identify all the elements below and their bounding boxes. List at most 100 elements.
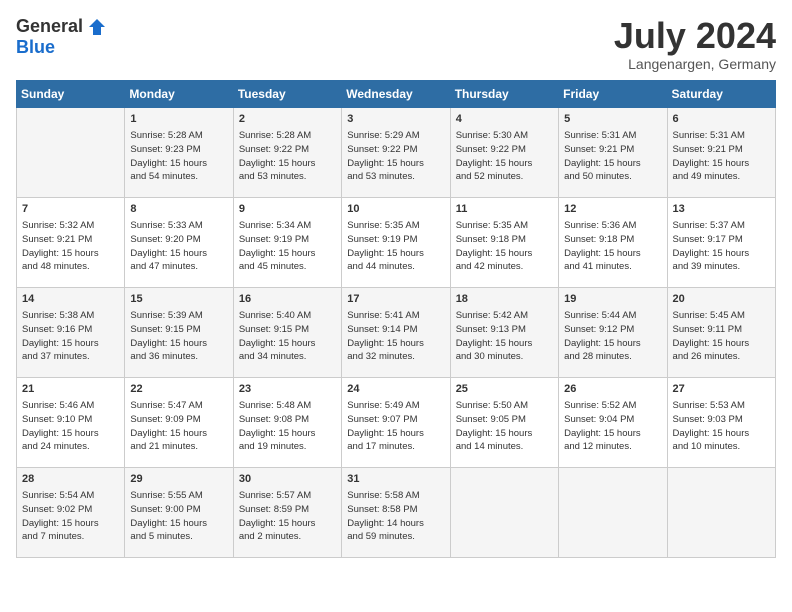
day-info: Sunrise: 5:42 AM Sunset: 9:13 PM Dayligh… [456, 309, 553, 364]
day-info: Sunrise: 5:35 AM Sunset: 9:19 PM Dayligh… [347, 219, 444, 274]
calendar-cell: 23 Sunrise: 5:48 AM Sunset: 9:08 PM Dayli… [233, 377, 341, 467]
calendar-cell: 28Sunrise: 5:54 AM Sunset: 9:02 PM Dayli… [17, 467, 125, 557]
day-info: Sunrise: 5:37 AM Sunset: 9:17 PM Dayligh… [673, 219, 770, 274]
calendar-cell: 7 Sunrise: 5:32 AM Sunset: 9:21 PM Daylig… [17, 197, 125, 287]
day-info: Sunrise: 5:28 AM Sunset: 9:23 PM Dayligh… [130, 129, 227, 184]
week-row-3: 14 Sunrise: 5:38 AM Sunset: 9:16 PM Dayli… [17, 287, 776, 377]
day-info: Sunrise: 5:30 AM Sunset: 9:22 PM Dayligh… [456, 129, 553, 184]
month-year-title: July 2024 [614, 16, 776, 56]
column-header-sunday: Sunday [17, 80, 125, 107]
column-header-tuesday: Tuesday [233, 80, 341, 107]
calendar-cell: 10 Sunrise: 5:35 AM Sunset: 9:19 PM Dayli… [342, 197, 450, 287]
calendar-cell: 13 Sunrise: 5:37 AM Sunset: 9:17 PM Dayli… [667, 197, 775, 287]
day-number: 24 [347, 382, 444, 397]
calendar-cell: 19 Sunrise: 5:44 AM Sunset: 9:12 PM Dayli… [559, 287, 667, 377]
day-info: Sunrise: 5:58 AM Sunset: 8:58 PM Dayligh… [347, 489, 444, 544]
day-number: 15 [130, 292, 227, 307]
week-row-2: 7 Sunrise: 5:32 AM Sunset: 9:21 PM Daylig… [17, 197, 776, 287]
day-info: Sunrise: 5:48 AM Sunset: 9:08 PM Dayligh… [239, 399, 336, 454]
week-row-4: 21 Sunrise: 5:46 AM Sunset: 9:10 PM Dayli… [17, 377, 776, 467]
day-number: 8 [130, 202, 227, 217]
calendar-cell: 29 Sunrise: 5:55 AM Sunset: 9:00 PM Dayli… [125, 467, 233, 557]
day-number: 2 [239, 112, 336, 127]
calendar-cell: 6 Sunrise: 5:31 AM Sunset: 9:21 PM Daylig… [667, 107, 775, 197]
day-number: 14 [22, 292, 119, 307]
calendar-cell: 15 Sunrise: 5:39 AM Sunset: 9:15 PM Dayli… [125, 287, 233, 377]
day-number: 13 [673, 202, 770, 217]
day-info: Sunrise: 5:31 AM Sunset: 9:21 PM Dayligh… [564, 129, 661, 184]
day-number: 6 [673, 112, 770, 127]
day-info: Sunrise: 5:32 AM Sunset: 9:21 PM Dayligh… [22, 219, 119, 274]
calendar-cell [559, 467, 667, 557]
logo-icon [87, 17, 107, 37]
day-info: Sunrise: 5:35 AM Sunset: 9:18 PM Dayligh… [456, 219, 553, 274]
calendar-cell: 16Sunrise: 5:40 AM Sunset: 9:15 PM Dayli… [233, 287, 341, 377]
day-number: 10 [347, 202, 444, 217]
day-number: 12 [564, 202, 661, 217]
day-number: 29 [130, 472, 227, 487]
day-info: Sunrise: 5:44 AM Sunset: 9:12 PM Dayligh… [564, 309, 661, 364]
day-number: 20 [673, 292, 770, 307]
logo-general-text: General [16, 16, 83, 37]
calendar-cell: 25 Sunrise: 5:50 AM Sunset: 9:05 PM Dayli… [450, 377, 558, 467]
calendar-cell: 27 Sunrise: 5:53 AM Sunset: 9:03 PM Dayli… [667, 377, 775, 467]
calendar-cell: 12 Sunrise: 5:36 AM Sunset: 9:18 PM Dayli… [559, 197, 667, 287]
week-row-5: 28Sunrise: 5:54 AM Sunset: 9:02 PM Dayli… [17, 467, 776, 557]
logo: General Blue [16, 16, 107, 58]
calendar-cell: 9Sunrise: 5:34 AM Sunset: 9:19 PM Daylig… [233, 197, 341, 287]
day-number: 25 [456, 382, 553, 397]
day-number: 11 [456, 202, 553, 217]
calendar-cell: 17Sunrise: 5:41 AM Sunset: 9:14 PM Dayli… [342, 287, 450, 377]
column-header-wednesday: Wednesday [342, 80, 450, 107]
column-header-thursday: Thursday [450, 80, 558, 107]
day-number: 1 [130, 112, 227, 127]
calendar-cell: 5 Sunrise: 5:31 AM Sunset: 9:21 PM Daylig… [559, 107, 667, 197]
day-number: 26 [564, 382, 661, 397]
calendar-cell: 11 Sunrise: 5:35 AM Sunset: 9:18 PM Dayli… [450, 197, 558, 287]
day-info: Sunrise: 5:46 AM Sunset: 9:10 PM Dayligh… [22, 399, 119, 454]
location-subtitle: Langenargen, Germany [614, 56, 776, 72]
day-number: 27 [673, 382, 770, 397]
header-row: SundayMondayTuesdayWednesdayThursdayFrid… [17, 80, 776, 107]
day-info: Sunrise: 5:47 AM Sunset: 9:09 PM Dayligh… [130, 399, 227, 454]
calendar-cell: 21 Sunrise: 5:46 AM Sunset: 9:10 PM Dayli… [17, 377, 125, 467]
day-number: 28 [22, 472, 119, 487]
day-number: 23 [239, 382, 336, 397]
day-number: 18 [456, 292, 553, 307]
calendar-cell: 2 Sunrise: 5:28 AM Sunset: 9:22 PM Daylig… [233, 107, 341, 197]
day-info: Sunrise: 5:31 AM Sunset: 9:21 PM Dayligh… [673, 129, 770, 184]
day-info: Sunrise: 5:41 AM Sunset: 9:14 PM Dayligh… [347, 309, 444, 364]
day-info: Sunrise: 5:52 AM Sunset: 9:04 PM Dayligh… [564, 399, 661, 454]
day-info: Sunrise: 5:36 AM Sunset: 9:18 PM Dayligh… [564, 219, 661, 274]
day-info: Sunrise: 5:38 AM Sunset: 9:16 PM Dayligh… [22, 309, 119, 364]
calendar-table: SundayMondayTuesdayWednesdayThursdayFrid… [16, 80, 776, 558]
day-number: 9 [239, 202, 336, 217]
calendar-cell: 3 Sunrise: 5:29 AM Sunset: 9:22 PM Daylig… [342, 107, 450, 197]
day-number: 31 [347, 472, 444, 487]
day-number: 7 [22, 202, 119, 217]
day-info: Sunrise: 5:53 AM Sunset: 9:03 PM Dayligh… [673, 399, 770, 454]
day-number: 22 [130, 382, 227, 397]
day-info: Sunrise: 5:49 AM Sunset: 9:07 PM Dayligh… [347, 399, 444, 454]
page-header: General Blue July 2024 Langenargen, Germ… [16, 16, 776, 72]
title-block: July 2024 Langenargen, Germany [614, 16, 776, 72]
day-info: Sunrise: 5:39 AM Sunset: 9:15 PM Dayligh… [130, 309, 227, 364]
day-info: Sunrise: 5:50 AM Sunset: 9:05 PM Dayligh… [456, 399, 553, 454]
day-number: 21 [22, 382, 119, 397]
day-info: Sunrise: 5:33 AM Sunset: 9:20 PM Dayligh… [130, 219, 227, 274]
calendar-cell: 22 Sunrise: 5:47 AM Sunset: 9:09 PM Dayli… [125, 377, 233, 467]
day-number: 3 [347, 112, 444, 127]
day-number: 19 [564, 292, 661, 307]
logo-blue-text: Blue [16, 37, 55, 58]
week-row-1: 1 Sunrise: 5:28 AM Sunset: 9:23 PM Daylig… [17, 107, 776, 197]
column-header-monday: Monday [125, 80, 233, 107]
day-info: Sunrise: 5:45 AM Sunset: 9:11 PM Dayligh… [673, 309, 770, 364]
day-info: Sunrise: 5:29 AM Sunset: 9:22 PM Dayligh… [347, 129, 444, 184]
day-number: 4 [456, 112, 553, 127]
calendar-cell: 8 Sunrise: 5:33 AM Sunset: 9:20 PM Daylig… [125, 197, 233, 287]
day-info: Sunrise: 5:28 AM Sunset: 9:22 PM Dayligh… [239, 129, 336, 184]
calendar-cell: 14 Sunrise: 5:38 AM Sunset: 9:16 PM Dayli… [17, 287, 125, 377]
calendar-cell [450, 467, 558, 557]
day-number: 5 [564, 112, 661, 127]
day-info: Sunrise: 5:55 AM Sunset: 9:00 PM Dayligh… [130, 489, 227, 544]
